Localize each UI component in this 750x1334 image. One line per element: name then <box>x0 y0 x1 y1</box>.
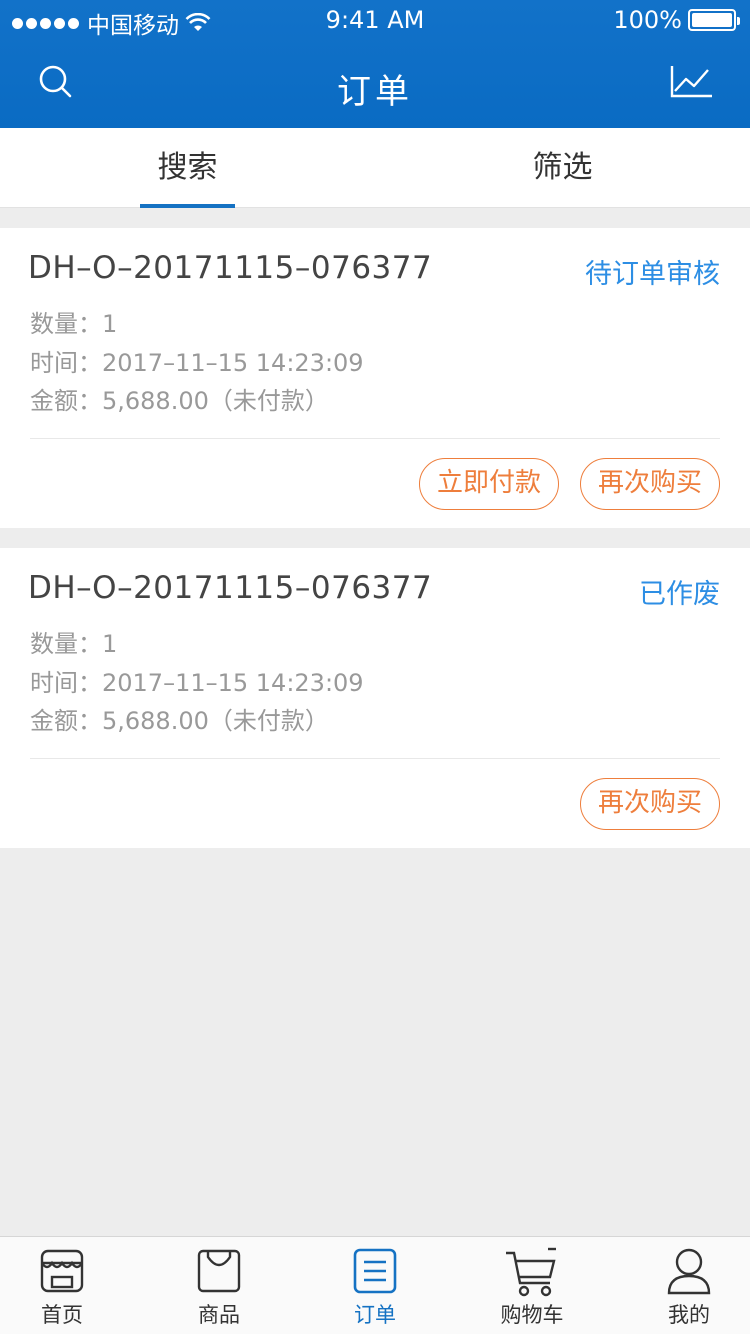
tab-search[interactable]: 搜索 <box>0 128 375 208</box>
order-number: DH–O–20171115–076377 <box>28 570 433 606</box>
chart-icon[interactable] <box>668 60 716 104</box>
status-bar: 中国移动 9:41 AM 100% <box>0 0 750 40</box>
battery-percent: 100% <box>613 6 682 34</box>
store-icon <box>40 1249 84 1293</box>
tab-bar-top: 搜索 筛选 <box>0 128 750 208</box>
order-status: 待订单审核 <box>585 259 720 290</box>
tabbar-item-orders[interactable]: 订单 <box>300 1237 450 1334</box>
cart-icon <box>506 1247 556 1297</box>
tabbar-label: 购物车 <box>500 1303 564 1327</box>
tabbar-label: 首页 <box>41 1303 83 1327</box>
list-icon <box>353 1248 397 1294</box>
order-quantity: 数量：1 <box>30 630 118 658</box>
bottom-tab-bar: 首页 商品 订单 购物车 我的 <box>0 1236 750 1334</box>
page-title: 订单 <box>337 72 413 112</box>
tabbar-item-products[interactable]: 商品 <box>144 1237 294 1334</box>
order-amount: 金额：5,688.00（未付款） <box>30 707 329 735</box>
buy-again-button[interactable]: 再次购买 <box>580 778 720 830</box>
order-time: 时间：2017–11–15 14:23:09 <box>30 349 364 377</box>
order-card[interactable]: DH–O–20171115–076377 待订单审核 数量：1 时间：2017–… <box>0 228 750 528</box>
order-quantity: 数量：1 <box>30 310 118 338</box>
tabbar-label: 订单 <box>354 1303 396 1327</box>
order-time: 时间：2017–11–15 14:23:09 <box>30 669 364 697</box>
bag-icon <box>197 1249 241 1293</box>
orders-screen: 中国移动 9:41 AM 100% 订单 搜索 筛选 DH–O–20171115… <box>0 0 750 1334</box>
tabbar-label: 我的 <box>668 1303 710 1327</box>
card-divider <box>30 758 720 759</box>
user-icon <box>667 1248 711 1295</box>
tabbar-item-cart[interactable]: 购物车 <box>457 1237 607 1334</box>
nav-bar: 订单 <box>0 40 750 128</box>
order-number: DH–O–20171115–076377 <box>28 250 433 286</box>
tabbar-label: 商品 <box>198 1303 240 1327</box>
order-amount: 金额：5,688.00（未付款） <box>30 387 329 415</box>
buy-again-button[interactable]: 再次购买 <box>580 458 720 510</box>
tabbar-item-me[interactable]: 我的 <box>614 1237 750 1334</box>
pay-now-button[interactable]: 立即付款 <box>419 458 559 510</box>
tab-filter[interactable]: 筛选 <box>375 128 750 208</box>
order-card[interactable]: DH–O–20171115–076377 已作废 数量：1 时间：2017–11… <box>0 548 750 848</box>
tab-search-label: 搜索 <box>157 150 218 185</box>
tabbar-item-home[interactable]: 首页 <box>0 1237 137 1334</box>
tab-filter-label: 筛选 <box>532 150 593 185</box>
order-status: 已作废 <box>639 579 720 610</box>
top-bar: 中国移动 9:41 AM 100% 订单 <box>0 0 750 128</box>
status-right: 100% <box>613 6 740 34</box>
battery-icon <box>688 9 740 31</box>
active-tab-indicator <box>140 204 235 208</box>
card-divider <box>30 438 720 439</box>
